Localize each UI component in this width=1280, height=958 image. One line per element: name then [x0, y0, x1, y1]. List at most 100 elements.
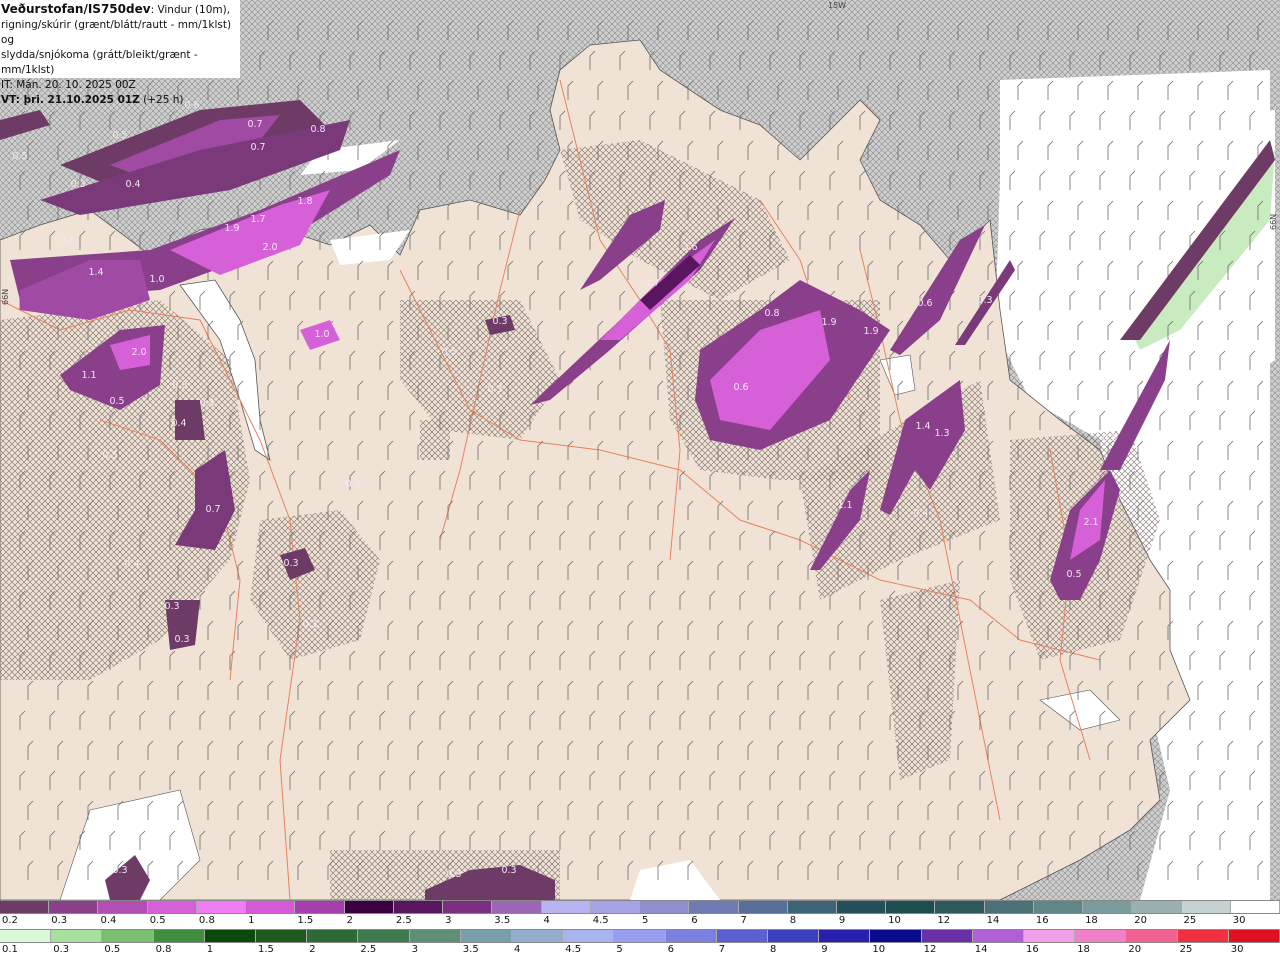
legend-swatch — [1230, 901, 1280, 913]
legend-tick-label: 14 — [974, 944, 988, 955]
legend-swatch — [393, 901, 444, 913]
legend-tick-label: 3.5 — [494, 915, 511, 926]
precip-value: 2.0 — [262, 242, 277, 253]
legend-tick-label: 10 — [872, 944, 886, 955]
valid-offset: (+25 h) — [143, 94, 184, 106]
precip-value: 0.4 — [171, 418, 186, 429]
precip-value: 0.6 — [733, 382, 748, 393]
legend-tick-label: 1.5 — [258, 944, 274, 955]
weather-map: 0.6 0.5 0.7 0.7 0.8 0.5 0.3 0.4 1.8 1.7 1.9 2.0 0.6 1… — [0, 0, 1280, 900]
legend-tick-label: 9 — [821, 944, 828, 955]
legend-swatch — [204, 930, 257, 942]
legend-swatch — [1024, 930, 1076, 942]
legend-swatch — [1181, 901, 1231, 913]
legend-swatch — [665, 930, 717, 942]
legend-swatch — [836, 901, 887, 913]
legend-tick-label: 4.5 — [592, 915, 609, 926]
precip-value: 1.1 — [81, 370, 96, 381]
legend-swatch — [935, 901, 985, 913]
legend-snow: 0.2 0.3 0.4 0.5 0.8 1 1.5 2 2.5 3 3.5 4 4.5 5 6 7 8 9 10 12… — [0, 900, 1280, 928]
legend-tick-label: 18 — [1085, 915, 1098, 926]
legend-tick-label: 0.8 — [155, 944, 172, 955]
legend-swatch — [1075, 930, 1127, 942]
legend-tick-label: 0.5 — [149, 915, 166, 926]
precip-value: 0.3 — [501, 865, 516, 876]
legend-swatch — [886, 901, 936, 913]
legend-swatch — [1033, 901, 1084, 913]
legend-tick-label: 6 — [691, 915, 698, 926]
legend-tick-label: 9 — [838, 915, 846, 926]
precip-value: 1.8 — [297, 196, 312, 207]
precip-value: 1.3 — [934, 428, 949, 439]
legend-swatch — [972, 930, 1025, 942]
legend-tick-label: 16 — [1026, 944, 1039, 955]
precip-value: 0.6 — [60, 235, 75, 246]
legend-swatch — [768, 930, 820, 942]
legend-snow-swatches — [0, 900, 1280, 914]
legend-tick-label: 3 — [445, 915, 452, 926]
legend-swatch — [196, 901, 247, 913]
legend-swatch — [49, 901, 99, 913]
legend-tick-label: 7 — [718, 944, 726, 955]
legend-swatch — [1228, 930, 1280, 942]
legend-tick-label: 4.5 — [565, 944, 582, 955]
legend-tick-label: 0.5 — [104, 944, 121, 955]
legend-swatch — [295, 901, 345, 913]
precip-value: 0.7 — [205, 504, 220, 515]
precip-value: 0.3 — [70, 179, 85, 190]
legend-tick-label: 2.5 — [360, 944, 377, 955]
legend-swatch — [0, 901, 50, 913]
precip-value: 0.3 — [446, 869, 461, 880]
legend-swatch — [640, 901, 690, 913]
legend-swatch — [153, 930, 205, 942]
precip-value: 0.5 — [1066, 569, 1081, 580]
precip-value: 3.7 — [644, 278, 659, 289]
precip-value: 0.3 — [302, 619, 317, 630]
legend-tick-label: 8 — [789, 915, 797, 926]
precip-value: 1.7 — [250, 214, 265, 225]
legend-tick-label: 0.2 — [2, 915, 18, 926]
legend-rain: 0.1 0.3 0.5 0.8 1 1.5 2 2.5 3 3.5 4 4.5 5 6 7 8 9 10 12 14 1… — [0, 929, 1280, 957]
legend-swatch — [563, 930, 615, 942]
precip-value: 0.5 — [112, 130, 127, 141]
legend-swatch — [246, 901, 296, 913]
legend-swatch — [819, 930, 871, 942]
legend-rain-ticks: 0.1 0.3 0.5 0.8 1 1.5 2 2.5 3 3.5 4 4.5 5 6 7 8 9 10 12 14 1… — [0, 944, 1280, 957]
precip-value: 2.1 — [1083, 517, 1098, 528]
precip-value: 0.3 — [492, 316, 507, 327]
precip-value: 0.3 — [112, 865, 127, 876]
precip-value: 0.5 — [102, 450, 117, 461]
legend-swatch — [358, 930, 410, 942]
legend-tick-label: 2.5 — [395, 915, 412, 926]
legend-tick-label: 25 — [1179, 944, 1193, 955]
legend-tick-label: 25 — [1183, 915, 1197, 926]
precip-value: 0.6 — [917, 298, 932, 309]
precip-value: 0.4 — [125, 179, 140, 190]
legend-swatch — [870, 930, 922, 942]
precip-value: 2.0 — [131, 347, 146, 358]
legend-tick-label: 6 — [667, 944, 674, 955]
precip-value: 1.0 — [314, 329, 329, 340]
precip-value: 0.8 — [310, 124, 325, 135]
brand-title: Veðurstofan/IS750dev — [1, 2, 151, 16]
precip-value: 0.5 — [441, 347, 456, 358]
legend-swatch — [921, 930, 973, 942]
legend-tick-label: 0.8 — [198, 915, 215, 926]
precip-value: 0.3 — [164, 601, 179, 612]
precip-value: 0.7 — [250, 142, 265, 153]
legend-tick-label: 7 — [740, 915, 747, 926]
legend-snow-ticks: 0.2 0.3 0.4 0.5 0.8 1 1.5 2 2.5 3 3.5 4 4.5 5 6 7 8 9 10 12… — [0, 915, 1280, 928]
map-info-box: Veðurstofan/IS750dev: Vindur (10m), rign… — [0, 0, 240, 106]
init-time: IT: Mán. 20. 10. 2025 00Z — [1, 79, 136, 91]
legend-swatch — [409, 930, 461, 942]
legend-tick-label: 20 — [1128, 944, 1142, 955]
legend-swatch — [51, 930, 103, 942]
legend-tick-label: 18 — [1077, 944, 1090, 955]
precip-value: 1.9 — [224, 223, 239, 234]
legend-swatch — [307, 930, 359, 942]
legend-tick-label: 0.1 — [2, 944, 18, 955]
precip-value: 0.3 — [283, 558, 298, 569]
legend-swatch — [147, 901, 197, 913]
legend-swatch — [344, 901, 394, 913]
legend-swatch — [614, 930, 666, 942]
